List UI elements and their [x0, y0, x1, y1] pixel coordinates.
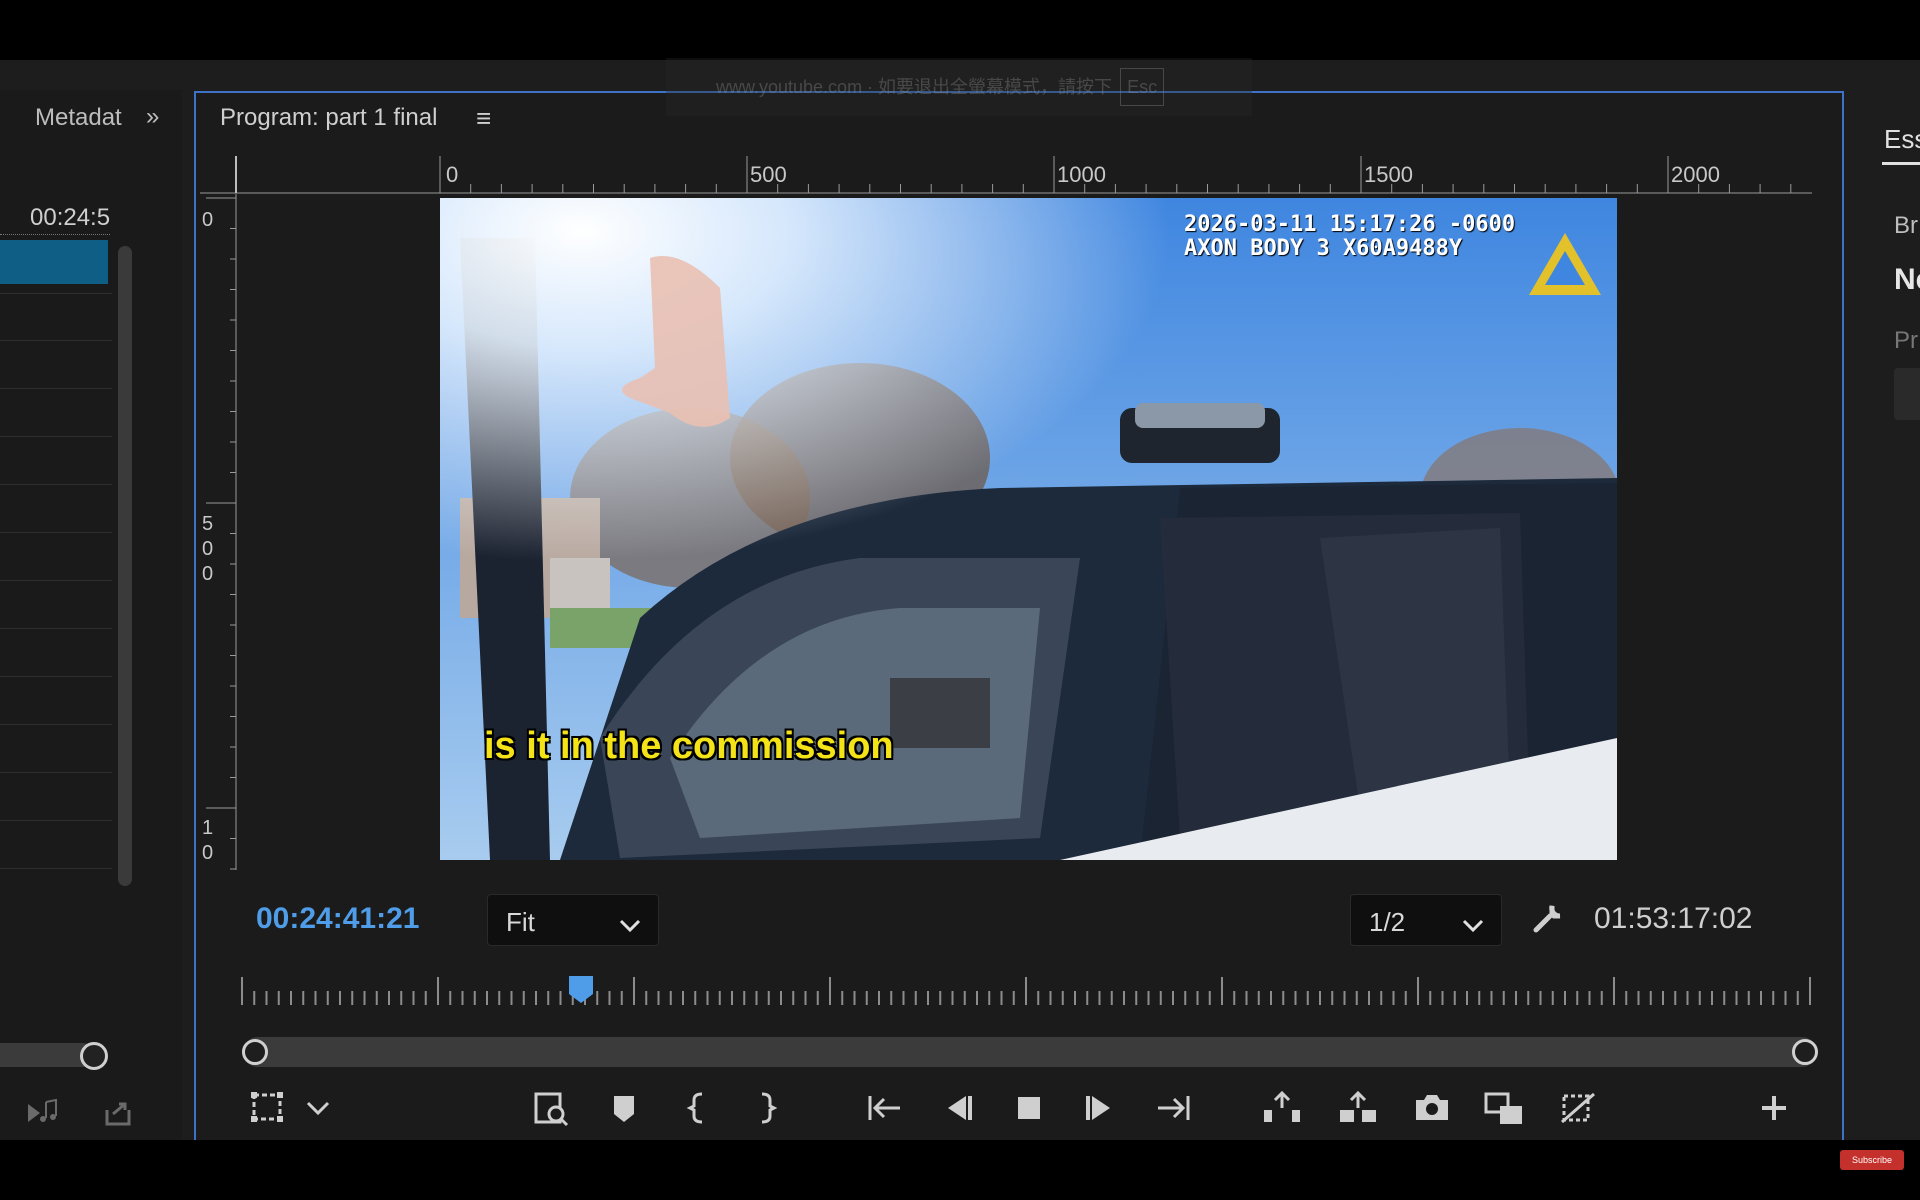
playback-resolution-select[interactable]: 1/2 — [1350, 894, 1502, 946]
audio-track-icon[interactable] — [26, 1098, 60, 1135]
active-tab-underline — [1882, 162, 1920, 165]
export-icon[interactable] — [103, 1098, 133, 1135]
add-button-icon[interactable] — [1752, 1088, 1796, 1128]
panel-title[interactable]: Program: part 1 final — [220, 104, 437, 132]
ruler-label-500: 500 — [750, 162, 787, 187]
track-divider — [0, 340, 112, 341]
track-divider — [0, 628, 112, 629]
track-divider — [0, 388, 112, 389]
current-timecode[interactable]: 00:24:41:21 — [256, 902, 419, 936]
lift-icon[interactable] — [1260, 1088, 1304, 1128]
video-caption: is it in the commission — [484, 725, 894, 767]
stop-icon[interactable] — [1006, 1088, 1050, 1128]
vruler-label-1000: 10 — [202, 817, 213, 864]
safe-margins-button[interactable] — [246, 1088, 290, 1128]
expand-panels-icon[interactable]: » — [146, 103, 160, 131]
toggle-proxies-icon[interactable] — [1556, 1088, 1600, 1128]
zoom-scrollbar[interactable] — [243, 1037, 1817, 1067]
step-back-icon[interactable] — [936, 1088, 980, 1128]
track-divider — [0, 820, 112, 821]
wrench-icon[interactable] — [1530, 900, 1566, 945]
metadata-tab[interactable]: Metadat — [35, 104, 122, 132]
right-panel-heading: Ne — [1894, 263, 1920, 296]
track-divider — [0, 868, 112, 869]
track-divider — [0, 772, 112, 773]
hint-text: www.youtube.com · 如要退出全螢幕模式，請按下 — [716, 77, 1113, 97]
essential-graphics-panel — [1858, 90, 1920, 1140]
right-panel-field[interactable] — [1894, 368, 1920, 420]
ruler-label-0: 0 — [446, 162, 458, 187]
ruler-label-1000: 1000 — [1057, 162, 1106, 187]
left-timecode: 00:24:5 — [30, 204, 111, 231]
left-time-ruler — [0, 230, 110, 235]
mark-out-icon[interactable] — [748, 1088, 784, 1128]
timeline-clip[interactable] — [0, 240, 108, 284]
vertical-scrollbar[interactable] — [118, 246, 132, 886]
top-black-band — [0, 0, 1920, 60]
go-to-in-icon[interactable] — [862, 1088, 906, 1128]
ruler-label-1500: 1500 — [1364, 162, 1413, 187]
track-divider — [0, 676, 112, 677]
go-to-out-icon[interactable] — [1152, 1088, 1196, 1128]
zoom-handle-right[interactable] — [1792, 1039, 1818, 1065]
time-ruler[interactable] — [240, 975, 1812, 1007]
step-forward-icon[interactable] — [1078, 1088, 1122, 1128]
vruler-label-0: 0 — [202, 209, 213, 231]
extract-icon[interactable] — [1336, 1088, 1380, 1128]
essential-tab[interactable]: Ess — [1884, 124, 1920, 155]
subscribe-button[interactable]: Subscribe — [1840, 1150, 1904, 1170]
timestamp-line-2: AXON BODY 3 X60A9488Y — [1184, 236, 1463, 261]
track-divider — [0, 484, 112, 485]
ruler-label-2000: 2000 — [1671, 162, 1720, 187]
chevron-down-icon[interactable] — [302, 1088, 334, 1128]
zoom-level-value: Fit — [506, 907, 535, 937]
horizontal-ruler: 0 500 1000 1500 2000 — [200, 156, 1812, 194]
fullscreen-exit-hint: www.youtube.com · 如要退出全螢幕模式，請按下 Esc — [666, 58, 1252, 116]
right-panel-sublabel: Pr — [1894, 327, 1918, 354]
vruler-label-500: 500 — [202, 513, 213, 585]
track-divider — [0, 724, 112, 725]
left-zoom-handle[interactable] — [80, 1042, 108, 1070]
playhead[interactable] — [567, 974, 595, 1004]
sequence-duration: 01:53:17:02 — [1594, 902, 1753, 935]
track-divider — [0, 436, 112, 437]
track-divider — [0, 580, 112, 581]
track-divider — [0, 532, 112, 533]
body-cam-timestamp: 2026-03-11 15:17:26 -0600 AXON BODY 3 X6… — [1184, 213, 1515, 261]
zoom-handle-left[interactable] — [242, 1039, 268, 1065]
resolution-value: 1/2 — [1369, 907, 1406, 937]
zoom-level-select[interactable]: Fit — [487, 894, 659, 946]
track-divider — [0, 293, 112, 294]
mark-in-icon[interactable] — [680, 1088, 716, 1128]
zoom-search-icon[interactable] — [530, 1088, 574, 1128]
timestamp-line-1: 2026-03-11 15:17:26 -0600 — [1184, 212, 1516, 237]
vertical-ruler: 0 500 10 — [202, 194, 237, 870]
camera-icon[interactable] — [1410, 1088, 1454, 1128]
bottom-black-band — [0, 1140, 1920, 1200]
chevron-down-icon — [1461, 911, 1485, 942]
esc-key-badge: Esc — [1120, 68, 1165, 106]
right-panel-label: Br — [1894, 212, 1918, 239]
add-marker-icon[interactable] — [602, 1088, 646, 1128]
comparison-view-icon[interactable] — [1482, 1088, 1526, 1128]
chevron-down-icon — [618, 911, 642, 942]
panel-menu-icon[interactable]: ≡ — [476, 103, 491, 134]
